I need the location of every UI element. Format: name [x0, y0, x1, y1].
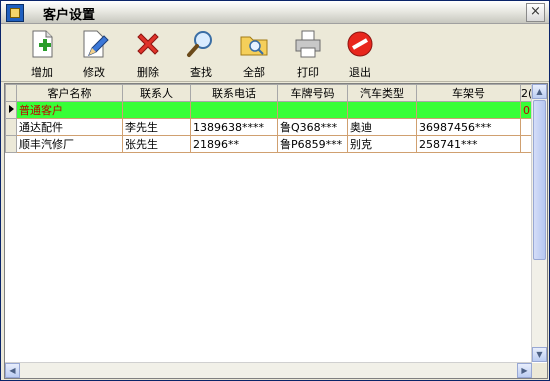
table-row[interactable]: 顺丰汽修厂 张先生 21896** 鲁P6859*** 别克 258741*** [5, 135, 534, 153]
cell-contact[interactable] [122, 101, 191, 119]
magnifier-icon [185, 28, 217, 60]
vertical-scroll-thumb[interactable] [533, 100, 546, 260]
column-header-car-type[interactable]: 汽车类型 [347, 84, 417, 102]
close-button[interactable]: × [526, 3, 545, 22]
cell-contact[interactable]: 张先生 [122, 135, 191, 153]
all-button[interactable]: 全部 [231, 28, 277, 80]
edit-button[interactable]: 修改 [71, 28, 117, 80]
column-header-customer-name[interactable]: 客户名称 [16, 84, 123, 102]
column-header-vin[interactable]: 车架号 [416, 84, 521, 102]
cell-customer-name[interactable]: 通达配件 [16, 118, 123, 136]
table-row[interactable]: 普通客户 0 [5, 101, 534, 119]
cell-plate[interactable]: 鲁P6859*** [277, 135, 348, 153]
cell-vin[interactable]: 258741*** [416, 135, 521, 153]
cell-car-type[interactable]: 别克 [347, 135, 417, 153]
horizontal-scrollbar[interactable]: ◀ ▶ [5, 362, 532, 378]
cell-car-type[interactable] [347, 101, 417, 119]
cell-phone[interactable]: 1389638**** [190, 118, 278, 136]
column-header-contact[interactable]: 联系人 [122, 84, 191, 102]
add-document-icon [26, 28, 58, 60]
cell-plate[interactable] [277, 101, 348, 119]
table-row[interactable]: 通达配件 李先生 1389638**** 鲁Q368*** 奥迪 3698745… [5, 118, 534, 136]
cell-phone[interactable]: 21896** [190, 135, 278, 153]
customer-table: 客户名称 联系人 联系电话 车牌号码 汽车类型 车架号 2( 普通客户 0 通达… [5, 84, 534, 153]
printer-icon [292, 28, 324, 60]
customer-grid[interactable]: 客户名称 联系人 联系电话 车牌号码 汽车类型 车架号 2( 普通客户 0 通达… [4, 83, 548, 379]
row-selector[interactable] [5, 101, 17, 119]
print-button[interactable]: 打印 [285, 28, 331, 80]
delete-x-icon [132, 28, 164, 60]
scroll-up-button[interactable]: ▲ [532, 84, 547, 99]
cell-customer-name[interactable]: 普通客户 [16, 101, 123, 119]
edit-document-icon [78, 28, 110, 60]
toolbar: 增加 修改 删除 查找 全部 打印 退出 [1, 24, 549, 82]
cell-vin[interactable]: 36987456*** [416, 118, 521, 136]
app-icon [6, 4, 24, 22]
row-selector[interactable] [5, 135, 17, 153]
cell-phone[interactable] [190, 101, 278, 119]
scroll-left-button[interactable]: ◀ [5, 363, 20, 378]
title-bar: 客户设置 × [1, 1, 549, 24]
find-button[interactable]: 查找 [178, 28, 224, 80]
window-title: 客户设置 [43, 8, 96, 23]
scrollbar-corner [532, 363, 547, 378]
no-entry-icon [344, 28, 376, 60]
customer-settings-window: 客户设置 × 增加 修改 删除 查找 全部 打印 退出 客户名称 联系人 联系电… [0, 0, 550, 381]
header-row: 客户名称 联系人 联系电话 车牌号码 汽车类型 车架号 2( [5, 84, 534, 102]
current-row-arrow-icon [9, 105, 14, 113]
add-button[interactable]: 增加 [19, 28, 65, 80]
scroll-right-button[interactable]: ▶ [517, 363, 532, 378]
row-selector[interactable] [5, 118, 17, 136]
column-header-phone[interactable]: 联系电话 [190, 84, 278, 102]
cell-customer-name[interactable]: 顺丰汽修厂 [16, 135, 123, 153]
cell-contact[interactable]: 李先生 [122, 118, 191, 136]
column-header-plate[interactable]: 车牌号码 [277, 84, 348, 102]
folder-search-icon [238, 28, 270, 60]
cell-plate[interactable]: 鲁Q368*** [277, 118, 348, 136]
row-header-corner [5, 84, 17, 102]
scroll-down-button[interactable]: ▼ [532, 347, 547, 362]
cell-vin[interactable] [416, 101, 521, 119]
vertical-scrollbar[interactable]: ▲ ▼ [531, 84, 547, 362]
exit-button[interactable]: 退出 [337, 28, 383, 80]
cell-car-type[interactable]: 奥迪 [347, 118, 417, 136]
delete-button[interactable]: 删除 [125, 28, 171, 80]
